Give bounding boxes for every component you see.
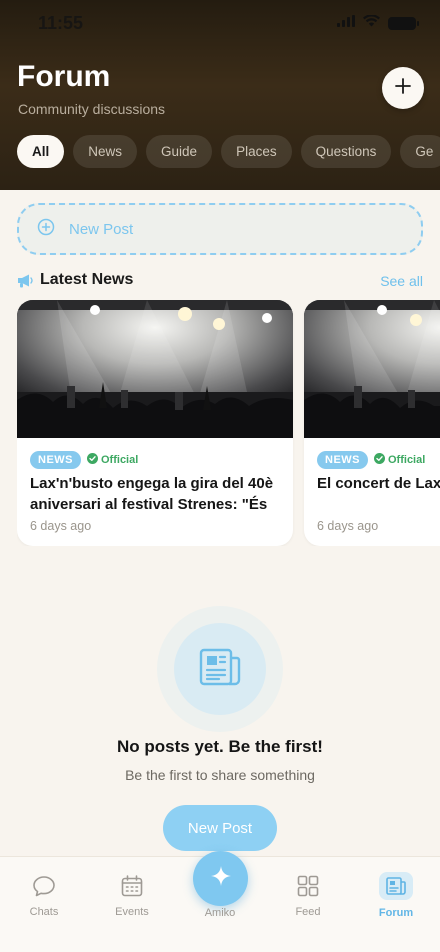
filter-chip-general[interactable]: Ge xyxy=(400,135,440,168)
chat-bubble-icon xyxy=(31,873,57,899)
news-carousel[interactable]: NEWS Official Lax'n'busto engega la gira… xyxy=(17,300,440,546)
calendar-icon xyxy=(119,873,145,899)
empty-state-title: No posts yet. Be the first! xyxy=(117,737,323,756)
empty-state-icon-circle xyxy=(174,623,266,715)
news-card-meta: NEWS Official xyxy=(317,451,425,469)
newspaper-icon xyxy=(199,648,241,691)
official-label: Official xyxy=(374,453,425,467)
filter-chip-questions[interactable]: Questions xyxy=(300,135,392,168)
status-bar: 11:55 xyxy=(0,0,440,48)
tab-chats[interactable]: Chats xyxy=(0,873,88,923)
battery-icon xyxy=(388,16,419,30)
news-headline: Lax'n'busto engega la gira del 40è anive… xyxy=(30,475,274,513)
tab-feed[interactable]: Feed xyxy=(264,873,352,923)
megaphone-icon xyxy=(17,273,34,293)
tab-chats-label: Chats xyxy=(29,906,59,918)
verified-icon xyxy=(87,453,98,467)
official-text: Official xyxy=(101,454,139,466)
official-label: Official xyxy=(87,453,138,467)
page-subtitle: Community discussions xyxy=(18,101,166,117)
tab-forum-label: Forum xyxy=(378,907,414,919)
news-age: 6 days ago xyxy=(317,519,379,533)
empty-state-illustration xyxy=(157,606,283,732)
news-badge: NEWS xyxy=(317,451,368,469)
new-post-compose[interactable]: New Post xyxy=(17,203,423,255)
plus-icon xyxy=(394,77,412,100)
latest-news-header: Latest News See all xyxy=(17,270,423,292)
tab-events[interactable]: Events xyxy=(88,873,176,923)
see-all-link[interactable]: See all xyxy=(380,273,423,289)
new-post-compose-label: New Post xyxy=(69,220,134,238)
plus-circle-icon xyxy=(37,218,55,241)
verified-icon xyxy=(374,453,385,467)
empty-state-subtitle: Be the first to share something xyxy=(125,767,315,783)
new-post-button[interactable]: New Post xyxy=(163,805,277,851)
latest-news-title: Latest News xyxy=(40,271,134,288)
forum-header: 11:55 Forum Community discussions All Ne… xyxy=(0,0,440,190)
news-card-image xyxy=(17,300,293,438)
tab-amiko-label: Amiko xyxy=(204,907,236,919)
tab-feed-label: Feed xyxy=(295,906,321,918)
news-card-image xyxy=(304,300,440,438)
sparkle-icon xyxy=(210,865,232,892)
tab-events-label: Events xyxy=(115,906,149,918)
filter-chip-places[interactable]: Places xyxy=(221,135,292,168)
official-text: Official xyxy=(388,454,426,466)
news-card[interactable]: NEWS Official El concert de Lax'n'busto … xyxy=(304,300,440,546)
tab-forum[interactable]: Forum xyxy=(352,872,440,923)
filter-chip-guide[interactable]: Guide xyxy=(146,135,213,168)
add-post-button[interactable] xyxy=(382,67,424,109)
grid-icon xyxy=(295,873,321,899)
news-card-meta: NEWS Official xyxy=(30,451,138,469)
status-time: 11:55 xyxy=(38,13,84,33)
news-badge: NEWS xyxy=(30,451,81,469)
news-age: 6 days ago xyxy=(30,519,92,533)
news-card[interactable]: NEWS Official Lax'n'busto engega la gira… xyxy=(17,300,293,546)
category-filters: All News Guide Places Questions Ge xyxy=(17,135,440,169)
page-title: Forum xyxy=(17,60,111,93)
newspaper-icon xyxy=(379,872,413,900)
signal-icon xyxy=(337,14,355,32)
news-headline: El concert de Lax'n'busto Strenes xyxy=(317,475,440,492)
amiko-fab-button[interactable] xyxy=(193,851,248,906)
filter-chip-all[interactable]: All xyxy=(17,135,65,168)
filter-chip-news[interactable]: News xyxy=(73,135,138,168)
status-icons xyxy=(337,14,419,32)
wifi-icon xyxy=(363,14,380,32)
